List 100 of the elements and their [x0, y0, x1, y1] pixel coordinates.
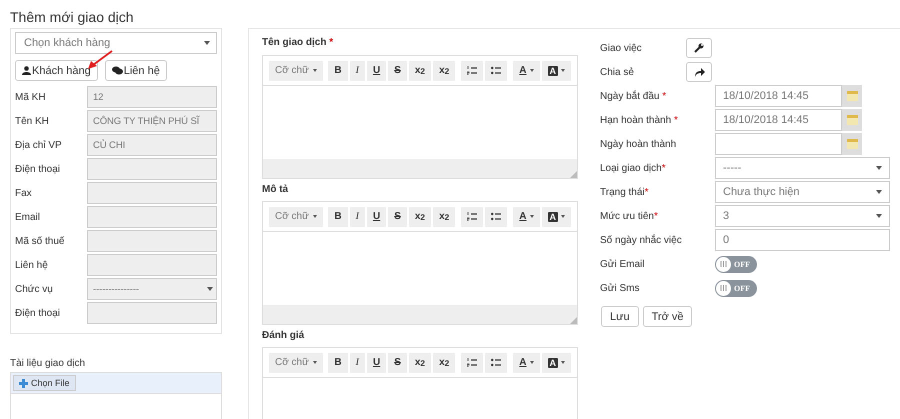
input-field[interactable]: [87, 158, 217, 180]
assign-button[interactable]: [686, 38, 712, 58]
bold-button[interactable]: B: [328, 60, 348, 80]
underline-button[interactable]: U: [366, 206, 386, 226]
italic-button[interactable]: I: [350, 206, 365, 226]
font-size-dropdown[interactable]: Cỡ chữ: [269, 206, 324, 226]
italic-button[interactable]: I: [350, 352, 365, 372]
strike-button[interactable]: S: [388, 352, 407, 372]
comments-icon: [112, 66, 123, 75]
numbered-list-icon: [467, 358, 478, 367]
numbered-list-button[interactable]: [461, 206, 484, 226]
editor-label: Mô tả: [262, 184, 290, 197]
bullet-list-button[interactable]: [485, 60, 508, 80]
text-color-button[interactable]: A: [513, 206, 540, 226]
caret-icon: [876, 190, 882, 194]
field-label: Mã số thuế: [15, 236, 66, 246]
field-label: Fax: [15, 188, 33, 198]
field-label: Chức vụ: [15, 284, 54, 294]
section-label: Tài liệu giao dịch: [10, 358, 86, 369]
date-field[interactable]: 18/10/2018 14:45: [715, 109, 842, 131]
numbered-list-button[interactable]: [461, 60, 484, 80]
numbered-list-button[interactable]: [461, 352, 484, 372]
bold-button[interactable]: B: [328, 352, 348, 372]
select-value: Chọn khách hàng: [24, 37, 110, 49]
input-field[interactable]: CỦ CHI: [87, 134, 217, 156]
editor-label: Đánh giá: [262, 330, 306, 343]
plus-icon: [19, 378, 28, 388]
bullet-list-icon: [491, 358, 502, 367]
bullet-list-icon: [491, 212, 502, 221]
caret-icon: [876, 166, 882, 170]
underline-button[interactable]: U: [366, 352, 386, 372]
field-label: Gửi Sms: [600, 282, 640, 294]
calendar-icon: [846, 91, 858, 101]
grip-icon: [720, 261, 727, 267]
input-field[interactable]: [87, 302, 217, 324]
field-label: Điện thoại: [15, 164, 62, 174]
bullet-list-button[interactable]: [485, 206, 508, 226]
input-field[interactable]: 0: [715, 229, 890, 251]
input-field[interactable]: [87, 182, 217, 204]
field-label: Ngày hoàn thành: [600, 138, 678, 150]
select-value: -----: [723, 162, 742, 174]
user-icon: [22, 66, 31, 75]
calendar-button[interactable]: [842, 133, 862, 155]
bold-button[interactable]: B: [328, 206, 348, 226]
field-label: Mã KH: [15, 92, 47, 102]
underline-button[interactable]: U: [366, 60, 386, 80]
field-label: Hạn hoàn thành *: [600, 114, 679, 126]
field-label: Điện thoại: [15, 308, 62, 318]
bullet-list-button[interactable]: [485, 352, 508, 372]
background-color-button[interactable]: A: [542, 352, 571, 372]
font-size-dropdown[interactable]: Cỡ chữ: [269, 60, 324, 80]
input-field[interactable]: [87, 206, 217, 228]
date-field[interactable]: 18/10/2018 14:45: [715, 85, 842, 107]
input-field[interactable]: 12: [87, 86, 217, 108]
font-size-dropdown[interactable]: Cỡ chữ: [269, 352, 324, 372]
select-field[interactable]: ---------------: [87, 278, 217, 300]
input-field[interactable]: [87, 230, 217, 252]
calendar-button[interactable]: [842, 109, 862, 131]
calendar-icon: [846, 115, 858, 125]
action-button[interactable]: Trở về: [642, 306, 692, 327]
input-field[interactable]: [87, 254, 217, 276]
text-color-button[interactable]: A: [513, 352, 540, 372]
select-value: ---------------: [93, 284, 139, 294]
italic-button[interactable]: I: [350, 60, 365, 80]
calendar-icon: [846, 139, 858, 149]
field-label: Loại giao dịch*: [600, 162, 667, 174]
tab-button[interactable]: Khách hàng: [15, 60, 98, 81]
field-label: Địa chỉ VP: [15, 140, 63, 150]
strike-button[interactable]: S: [388, 60, 407, 80]
bullet-list-icon: [491, 66, 502, 75]
numbered-list-icon: [467, 212, 478, 221]
action-button[interactable]: Lưu: [601, 306, 639, 327]
background-color-button[interactable]: A: [542, 206, 571, 226]
input-field[interactable]: CÔNG TY THIỆN PHÚ SĨ: [87, 110, 217, 132]
share-icon: [694, 68, 704, 76]
numbered-list-icon: [467, 66, 478, 75]
select-field[interactable]: Chưa thực hiện: [715, 181, 890, 203]
page-title: Thêm mới giao dịch: [9, 8, 135, 27]
field-label: Trạng thái*: [600, 186, 650, 198]
select-value: Chưa thực hiện: [723, 186, 800, 198]
field-label: Ngày bắt đầu *: [600, 90, 668, 102]
caret-icon: [204, 41, 210, 45]
date-field[interactable]: [715, 133, 842, 155]
field-label: Tên KH: [15, 116, 50, 126]
tab-button[interactable]: Liên hệ: [104, 60, 167, 81]
field-label: Mức ưu tiên*: [600, 210, 659, 222]
background-color-button[interactable]: A: [542, 60, 571, 80]
customer-select[interactable]: Chọn khách hàng: [15, 32, 217, 54]
grip-icon: [720, 285, 727, 291]
text-color-button[interactable]: A: [513, 60, 540, 80]
select-value: 3: [723, 210, 730, 222]
share-button[interactable]: [686, 62, 712, 82]
caret-icon: [207, 287, 213, 291]
field-label: Gửi Email: [600, 258, 646, 270]
editor-label: Tên giao dịch *: [262, 37, 334, 50]
select-field[interactable]: 3: [715, 205, 890, 227]
choose-file-button[interactable]: Chọn File: [13, 375, 76, 391]
strike-button[interactable]: S: [388, 206, 407, 226]
calendar-button[interactable]: [842, 85, 862, 107]
select-field[interactable]: -----: [715, 157, 890, 179]
